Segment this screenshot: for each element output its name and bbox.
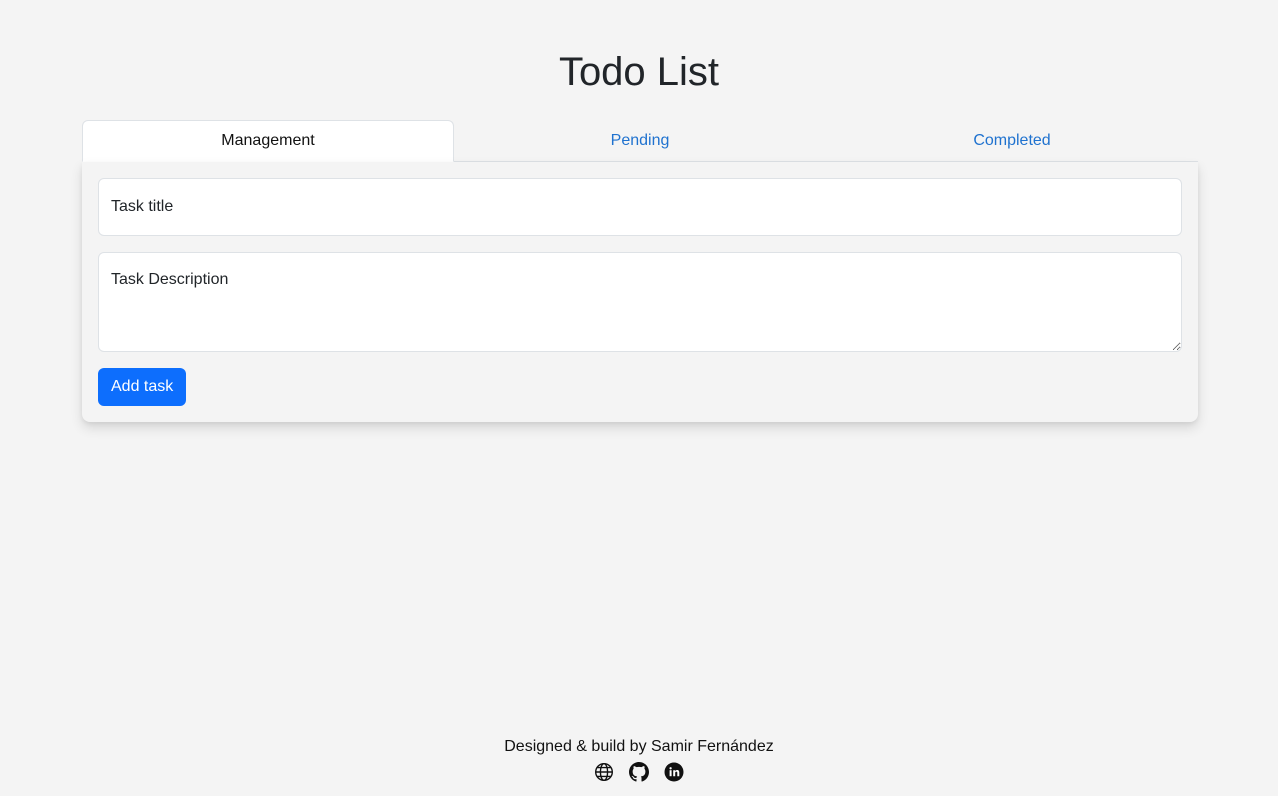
task-description-textarea[interactable] [98,252,1182,352]
tab-completed[interactable]: Completed [826,120,1198,162]
footer-credit: Designed & build by Samir Fernández [504,738,774,755]
add-task-button[interactable]: Add task [98,368,187,406]
linkedin-icon[interactable] [664,762,684,782]
task-title-input[interactable] [98,178,1182,236]
tab-management[interactable]: Management [82,120,454,162]
globe-icon[interactable] [594,762,614,782]
page-title: Todo List [558,50,720,94]
tab-bar: Management Pending Completed [82,120,1198,162]
task-form-panel: Add task [82,162,1198,422]
footer-links [0,762,1278,782]
tab-pending[interactable]: Pending [454,120,826,162]
github-icon[interactable] [629,762,649,782]
footer: Designed & build by Samir Fernández [0,736,1278,782]
